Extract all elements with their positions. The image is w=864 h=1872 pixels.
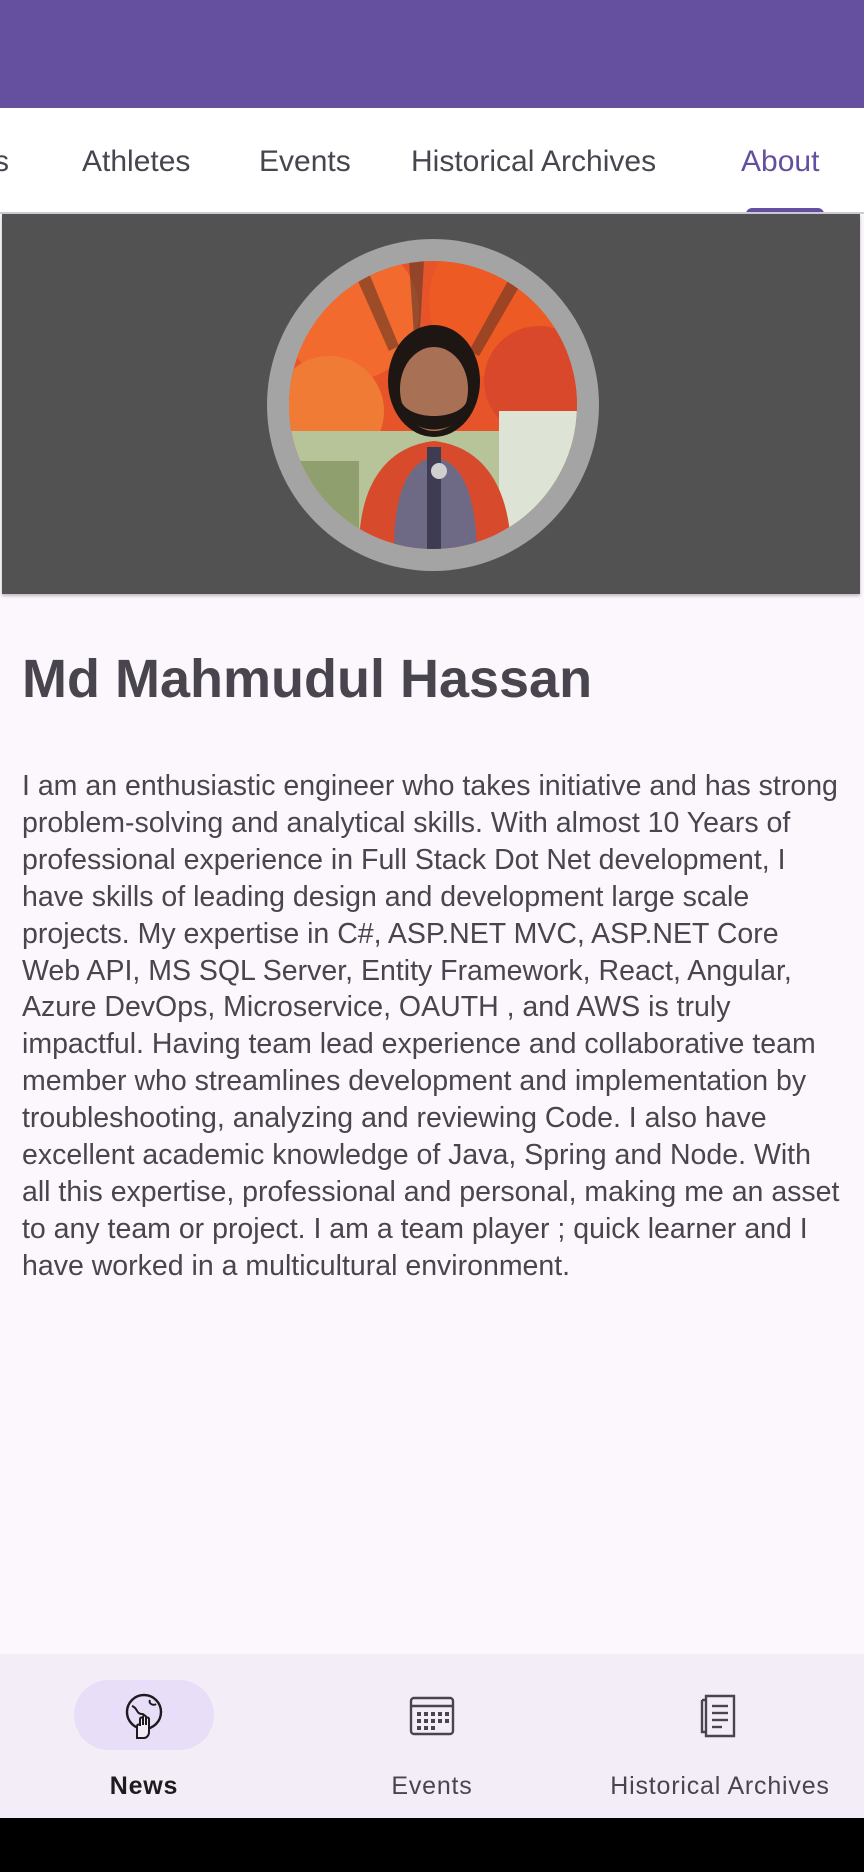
nav-item-news[interactable]: News	[0, 1654, 288, 1818]
nav-label-historical-archives: Historical Archives	[610, 1772, 830, 1800]
app-root: s Athletes Events Historical Archives Ab…	[0, 0, 864, 1872]
nav-label-news: News	[109, 1772, 179, 1800]
top-app-bar	[0, 0, 864, 108]
system-navigation-bar	[0, 1818, 864, 1872]
nav-item-historical-archives[interactable]: Historical Archives	[576, 1654, 864, 1818]
bottom-navigation: News Events Historical Archives	[0, 1654, 864, 1818]
tab-about[interactable]: About	[741, 108, 819, 212]
nav-label-events: Events	[391, 1772, 473, 1800]
nav-item-events[interactable]: Events	[288, 1654, 576, 1818]
document-icon	[700, 1694, 736, 1738]
profile-header	[2, 214, 860, 594]
globe-hand-icon	[125, 1693, 163, 1739]
tab-partial[interactable]: s	[0, 108, 9, 212]
profile-bio: I am an enthusiastic engineer who takes …	[22, 770, 840, 1282]
tab-historical-archives[interactable]: Historical Archives	[411, 108, 656, 212]
avatar	[289, 261, 577, 549]
tab-row: s Athletes Events Historical Archives Ab…	[0, 108, 864, 214]
tab-events[interactable]: Events	[259, 108, 351, 212]
profile-name: Md Mahmudul Hassan	[22, 649, 593, 709]
avatar-ring	[267, 239, 599, 571]
calendar-icon	[409, 1696, 455, 1736]
tab-athletes[interactable]: Athletes	[82, 108, 190, 212]
profile-photo	[289, 261, 577, 549]
